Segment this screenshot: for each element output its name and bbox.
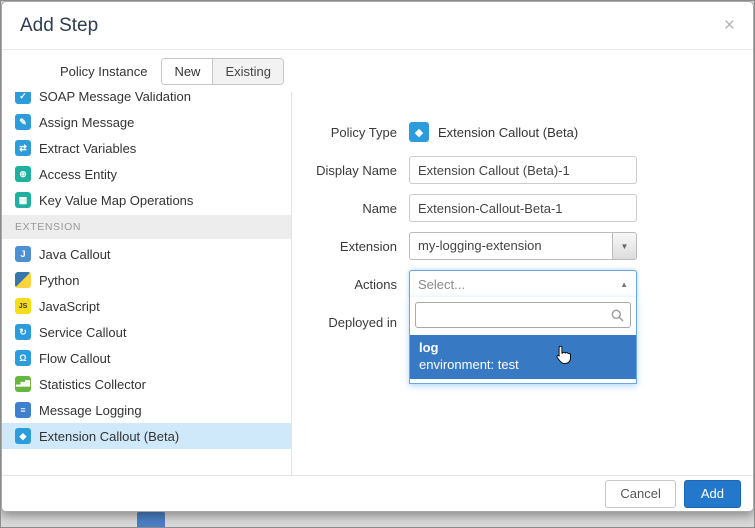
javascript-icon: JS [15, 298, 31, 314]
modal-header: Add Step × [2, 2, 753, 50]
display-name-field[interactable] [409, 156, 637, 184]
sidebar-item-label: Assign Message [39, 115, 134, 130]
policy-instance-label: Policy Instance [60, 64, 147, 79]
sidebar-item-label: Extract Variables [39, 141, 136, 156]
sidebar-item-label: SOAP Message Validation [39, 92, 191, 104]
extension-label: Extension [292, 239, 397, 254]
message-logging-icon: ≡ [15, 402, 31, 418]
policy-type-row: Policy Type ◆ Extension Callout (Beta) [292, 118, 753, 146]
policy-list: ✓ SOAP Message Validation ✎ Assign Messa… [2, 92, 292, 476]
sidebar-item-label: Statistics Collector [39, 377, 146, 392]
actions-select[interactable]: Select... ▲ [409, 270, 637, 298]
close-icon[interactable]: × [724, 16, 735, 35]
actions-label: Actions [292, 277, 397, 292]
extract-variables-icon: ⇄ [15, 140, 31, 156]
extension-select-value: my-logging-extension [410, 233, 612, 259]
service-callout-icon: ↻ [15, 324, 31, 340]
add-button[interactable]: Add [684, 480, 741, 508]
search-icon [611, 309, 624, 325]
sidebar-item-label: Extension Callout (Beta) [39, 429, 179, 444]
cancel-button[interactable]: Cancel [605, 480, 675, 508]
sidebar-item-label: JavaScript [39, 299, 100, 314]
toggle-existing-button[interactable]: Existing [212, 59, 283, 84]
sidebar-item-flow-callout[interactable]: Ω Flow Callout [2, 345, 291, 371]
display-name-row: Display Name [292, 156, 753, 184]
policy-form: Policy Type ◆ Extension Callout (Beta) D… [292, 92, 753, 476]
toggle-new-button[interactable]: New [162, 59, 212, 84]
deployed-in-label: Deployed in [292, 315, 397, 330]
chevron-down-icon: ▼ [612, 233, 636, 259]
display-name-label: Display Name [292, 163, 397, 178]
assign-message-icon: ✎ [15, 114, 31, 130]
sidebar-item-label: Message Logging [39, 403, 142, 418]
dropdown-search-input[interactable] [415, 302, 631, 328]
sidebar-item-label: Key Value Map Operations [39, 193, 193, 208]
sidebar-item-label: Service Callout [39, 325, 126, 340]
dropdown-search-wrap [410, 297, 636, 333]
actions-select-placeholder: Select... [418, 277, 620, 292]
add-step-modal: Add Step × Policy Instance New Existing … [1, 1, 754, 512]
mouse-cursor [555, 345, 572, 367]
sidebar-item-service-callout[interactable]: ↻ Service Callout [2, 319, 291, 345]
name-row: Name [292, 194, 753, 222]
modal-body: ✓ SOAP Message Validation ✎ Assign Messa… [2, 92, 753, 476]
actions-row: Actions Select... ▲ [292, 270, 753, 298]
sidebar-item-assign-message[interactable]: ✎ Assign Message [2, 109, 291, 135]
statistics-collector-icon: ▂▅▇ [15, 376, 31, 392]
extension-select[interactable]: my-logging-extension ▼ [409, 232, 637, 260]
policy-type-value: Extension Callout (Beta) [438, 125, 578, 140]
sidebar-item-access-entity[interactable]: ⊕ Access Entity [2, 161, 291, 187]
soap-message-validation-icon: ✓ [15, 92, 31, 104]
sidebar-item-label: Python [39, 273, 79, 288]
sidebar-item-message-logging[interactable]: ≡ Message Logging [2, 397, 291, 423]
chevron-up-icon: ▲ [620, 280, 628, 289]
name-label: Name [292, 201, 397, 216]
policy-instance-row: Policy Instance New Existing [2, 50, 753, 92]
actions-dropdown-panel: log environment: test [409, 297, 637, 384]
policy-instance-toggle: New Existing [161, 58, 284, 85]
dropdown-options: log environment: test [410, 333, 636, 383]
extension-section-header: EXTENSION [2, 215, 291, 239]
sidebar-item-extract-variables[interactable]: ⇄ Extract Variables [2, 135, 291, 161]
sidebar-item-javascript[interactable]: JS JavaScript [2, 293, 291, 319]
python-icon [15, 272, 31, 288]
screenshot-root: Add Step × Policy Instance New Existing … [0, 0, 755, 528]
flow-callout-icon: Ω [15, 350, 31, 366]
dropdown-option-log[interactable]: log environment: test [410, 335, 636, 379]
name-field[interactable] [409, 194, 637, 222]
background-page-fragment [137, 512, 165, 527]
extension-callout-icon: ◆ [15, 428, 31, 444]
policy-type-label: Policy Type [292, 125, 397, 140]
sidebar-item-extension-callout-beta[interactable]: ◆ Extension Callout (Beta) [2, 423, 291, 449]
sidebar-item-java-callout[interactable]: J Java Callout [2, 241, 291, 267]
sidebar-item-statistics-collector[interactable]: ▂▅▇ Statistics Collector [2, 371, 291, 397]
dropdown-option-detail: environment: test [419, 356, 627, 373]
sidebar-item-label: Java Callout [39, 247, 111, 262]
java-callout-icon: J [15, 246, 31, 262]
extension-row: Extension my-logging-extension ▼ [292, 232, 753, 260]
page-title: Add Step [20, 15, 98, 37]
sidebar-item-label: Flow Callout [39, 351, 111, 366]
key-value-map-icon: ▦ [15, 192, 31, 208]
modal-footer: Cancel Add [2, 475, 753, 511]
dropdown-option-name: log [419, 339, 627, 356]
sidebar-item-python[interactable]: Python [2, 267, 291, 293]
sidebar-item-label: Access Entity [39, 167, 117, 182]
sidebar-item-key-value-map-operations[interactable]: ▦ Key Value Map Operations [2, 187, 291, 213]
sidebar-item-soap-message-validation[interactable]: ✓ SOAP Message Validation [2, 92, 291, 109]
access-entity-icon: ⊕ [15, 166, 31, 182]
policy-type-icon: ◆ [409, 122, 429, 142]
